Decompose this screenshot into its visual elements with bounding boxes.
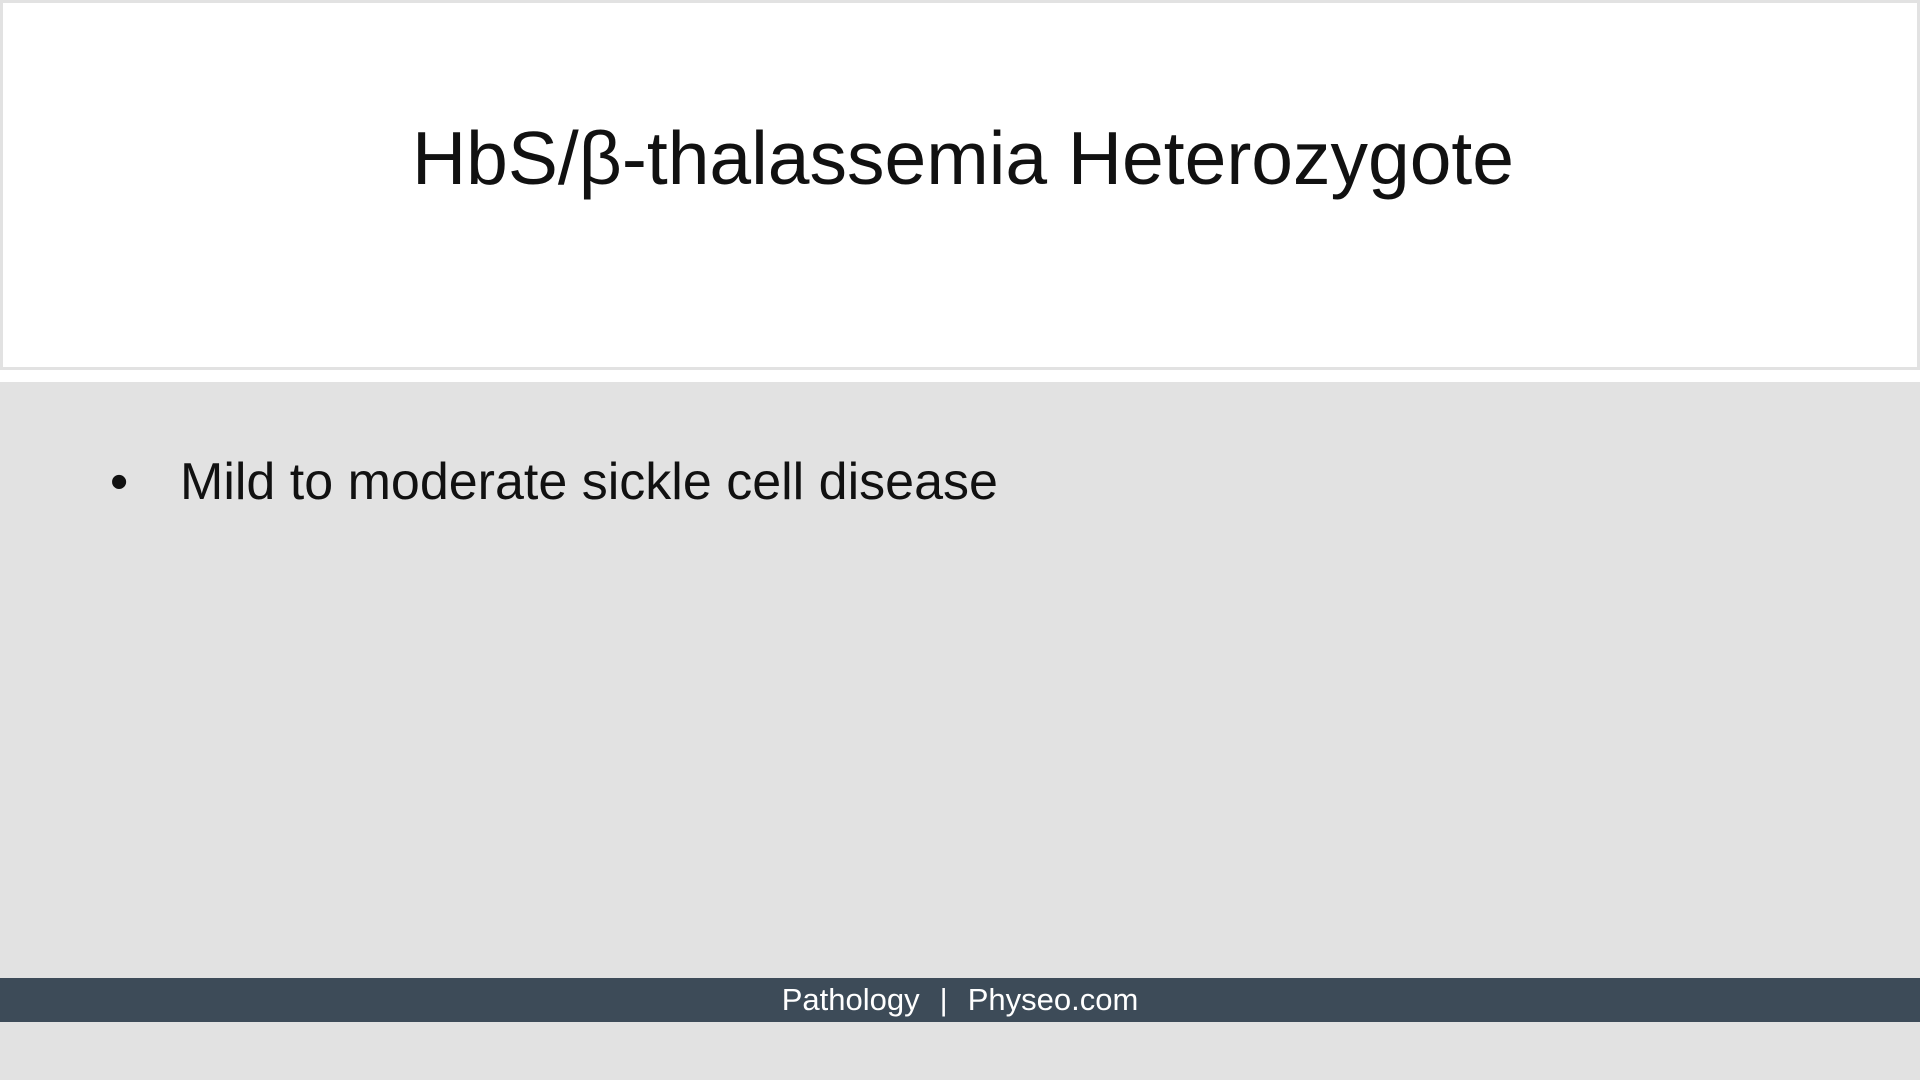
title-divider [0,370,1920,382]
bullet-icon: • [110,453,129,511]
bullet-item: • Mild to moderate sickle cell disease [110,452,998,512]
slide-content: • Mild to moderate sickle cell disease [0,382,1920,978]
bullet-text: Mild to moderate sickle cell disease [180,453,998,511]
footer-separator: | [939,982,948,1017]
footer-subject: Pathology [781,982,920,1017]
slide-title: HbS/β-thalassemia Heterozygote [412,116,1514,200]
title-panel: HbS/β-thalassemia Heterozygote [0,0,1920,370]
slide: HbS/β-thalassemia Heterozygote • Mild to… [0,0,1920,1080]
footer-bar: Pathology | Physeo.com [0,978,1920,1022]
footer-site: Physeo.com [967,982,1139,1017]
